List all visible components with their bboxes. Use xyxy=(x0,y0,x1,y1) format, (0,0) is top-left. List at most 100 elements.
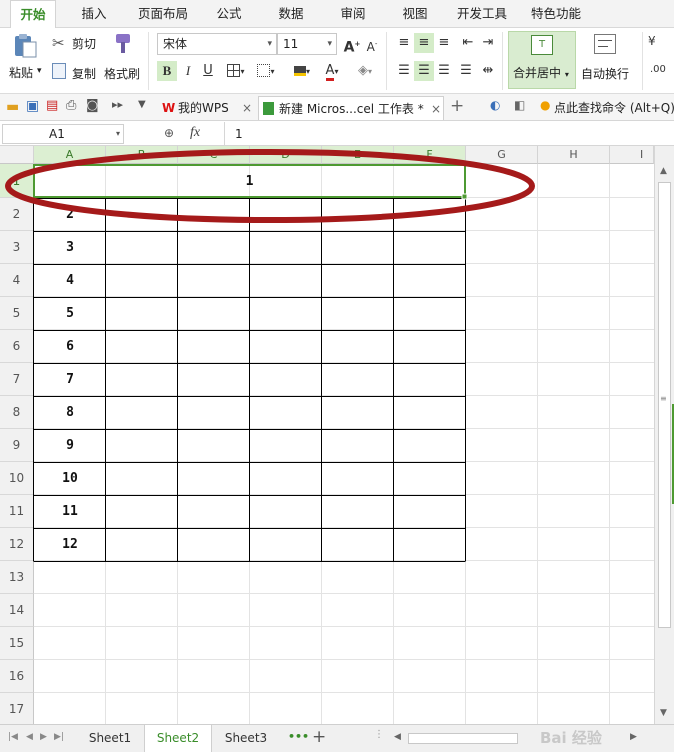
sheet-tab-3[interactable]: Sheet3 xyxy=(212,725,280,752)
align-bottom-icon[interactable]: ≡ xyxy=(434,33,454,53)
new-tab-icon[interactable]: + xyxy=(450,96,464,116)
name-box-value: A1 xyxy=(49,127,65,141)
tab-document[interactable]: 新建 Micros...cel 工作表 * × xyxy=(258,96,444,120)
wrap-text-button[interactable]: 自动换行 xyxy=(581,65,629,82)
save-icon[interactable]: ▣ xyxy=(26,98,39,114)
formula-input[interactable]: 1 xyxy=(224,122,674,146)
prev-sheet-icon[interactable]: ◀ xyxy=(26,732,33,742)
cell-a3[interactable]: 3 xyxy=(34,231,106,264)
chevron-down-icon: ▾ xyxy=(240,67,245,76)
copy-icon xyxy=(52,63,66,79)
underline-button[interactable]: U xyxy=(198,61,218,81)
font-name-select[interactable]: 宋体 ▾ xyxy=(157,33,277,55)
border-button[interactable]: ▾ xyxy=(222,61,250,81)
split-handle-icon[interactable]: ⋮ xyxy=(374,729,384,740)
cell-a7[interactable]: 7 xyxy=(34,363,106,396)
chevron-down-icon[interactable]: ▼ xyxy=(138,99,146,110)
merge-center-label: 合并居中 ▾ xyxy=(513,64,569,81)
fill-color-button[interactable]: ▾ xyxy=(288,61,316,81)
scroll-thumb[interactable] xyxy=(658,182,671,628)
sheet-tab-1[interactable]: Sheet1 xyxy=(76,725,144,752)
align-right-icon[interactable]: ☰ xyxy=(434,61,454,81)
scroll-down-icon[interactable]: ▼ xyxy=(660,708,667,718)
tab-formula[interactable]: 公式 xyxy=(206,0,252,28)
align-left-icon[interactable]: ☰ xyxy=(394,61,414,81)
tab-data[interactable]: 数据 xyxy=(268,0,314,28)
shrink-font-button[interactable]: A- xyxy=(362,34,382,54)
scroll-left-icon[interactable]: ◀ xyxy=(394,732,401,742)
copy-button[interactable]: 复制 xyxy=(72,65,96,82)
distributed-align-icon[interactable]: ⇹ xyxy=(478,61,498,81)
merge-center-button[interactable]: T 合并居中 ▾ xyxy=(508,31,576,89)
currency-icon[interactable]: ¥ xyxy=(648,34,656,48)
cell-a4[interactable]: 4 xyxy=(34,264,106,297)
cell-a12[interactable]: 12 xyxy=(34,528,106,561)
sync-icon[interactable]: ◐ xyxy=(490,98,500,112)
tab-developer[interactable]: 开发工具 xyxy=(450,0,514,28)
tab-insert[interactable]: 插入 xyxy=(68,0,120,28)
horizontal-scroll-thumb[interactable] xyxy=(408,733,518,744)
name-box[interactable]: A1 ▾ xyxy=(2,124,124,144)
justify-icon[interactable]: ☰ xyxy=(456,61,476,81)
cell-style-button[interactable]: ▾ xyxy=(252,61,280,81)
skin-icon[interactable]: ◧ xyxy=(514,98,525,112)
merged-cell-a1[interactable]: 1 xyxy=(34,165,465,198)
wrap-text-icon[interactable] xyxy=(594,34,616,54)
scroll-up-icon[interactable]: ▲ xyxy=(660,166,667,176)
cell-a6[interactable]: 6 xyxy=(34,330,106,363)
font-size-select[interactable]: 11 ▾ xyxy=(277,33,337,55)
add-sheet-icon[interactable]: + xyxy=(312,727,326,747)
tab-view[interactable]: 视图 xyxy=(392,0,438,28)
vertical-scrollbar[interactable]: ▲ ≡ ▼ xyxy=(654,146,674,724)
cell-a10[interactable]: 10 xyxy=(34,462,106,495)
sheet-tab-2[interactable]: Sheet2 xyxy=(144,725,212,752)
merge-cells-icon: T xyxy=(531,35,553,55)
folder-icon[interactable]: ▬ xyxy=(6,99,19,115)
print-preview-icon[interactable]: ◙ xyxy=(86,98,99,113)
bold-button[interactable]: B xyxy=(157,61,177,81)
align-top-icon[interactable]: ≡ xyxy=(394,33,414,53)
next-sheet-icon[interactable]: ▶ xyxy=(40,732,47,742)
pdf-icon[interactable]: ▤ xyxy=(46,98,58,113)
spreadsheet-grid[interactable]: A B C D E F G H I 1 2 3 4 5 6 7 8 9 10 1… xyxy=(0,146,654,724)
font-color-button[interactable]: A▾ xyxy=(318,61,346,81)
scroll-right-icon[interactable]: ▶ xyxy=(630,732,637,742)
align-center-icon[interactable]: ☰ xyxy=(414,61,434,81)
grow-font-button[interactable]: A+ xyxy=(342,34,362,56)
cell-a9[interactable]: 9 xyxy=(34,429,106,462)
more-icon[interactable]: ▸▸ xyxy=(112,98,123,111)
decrease-indent-icon[interactable]: ⇤ xyxy=(458,33,478,53)
italic-button[interactable]: I xyxy=(178,61,198,81)
chevron-down-icon[interactable]: ▾ xyxy=(37,66,42,76)
format-painter-icon[interactable] xyxy=(110,32,134,56)
close-icon[interactable]: × xyxy=(431,97,441,121)
tab-special[interactable]: 特色功能 xyxy=(524,0,588,28)
cell-a8[interactable]: 8 xyxy=(34,396,106,429)
print-icon[interactable]: ⎙ xyxy=(66,98,76,113)
more-sheets-icon[interactable]: ••• xyxy=(288,730,309,743)
cut-button[interactable]: 剪切 xyxy=(72,35,96,52)
clear-format-button[interactable]: ◈▾ xyxy=(352,61,378,81)
cell-a2[interactable]: 2 xyxy=(34,198,106,231)
search-command[interactable]: 点此查找命令 (Alt+Q) xyxy=(554,99,674,116)
tab-review[interactable]: 审阅 xyxy=(330,0,376,28)
cell-a5[interactable]: 5 xyxy=(34,297,106,330)
first-sheet-icon[interactable]: |◀ xyxy=(8,732,18,742)
increase-indent-icon[interactable]: ⇥ xyxy=(478,33,498,53)
format-painter-button[interactable]: 格式刷 xyxy=(104,65,140,82)
close-icon[interactable]: × xyxy=(242,96,252,120)
cell-a11[interactable]: 11 xyxy=(34,495,106,528)
paste-button[interactable]: 粘贴 xyxy=(9,64,33,81)
number-format-icon[interactable]: .00 xyxy=(650,64,666,75)
zoom-formula-icon[interactable]: ⊕ xyxy=(164,126,174,140)
last-sheet-icon[interactable]: ▶| xyxy=(54,732,64,742)
merge-center-text: 合并居中 xyxy=(513,66,562,80)
watermark-logo: Bai 经验 xyxy=(540,729,602,747)
ribbon-divider xyxy=(502,32,503,90)
tab-my-wps[interactable]: W 我的WPS × xyxy=(158,96,254,120)
tab-home[interactable]: 开始 xyxy=(10,0,56,29)
paste-icon[interactable] xyxy=(12,32,38,58)
insert-function-button[interactable]: fx xyxy=(190,125,200,141)
align-middle-icon[interactable]: ≡ xyxy=(414,33,434,53)
tab-page-layout[interactable]: 页面布局 xyxy=(130,0,196,28)
